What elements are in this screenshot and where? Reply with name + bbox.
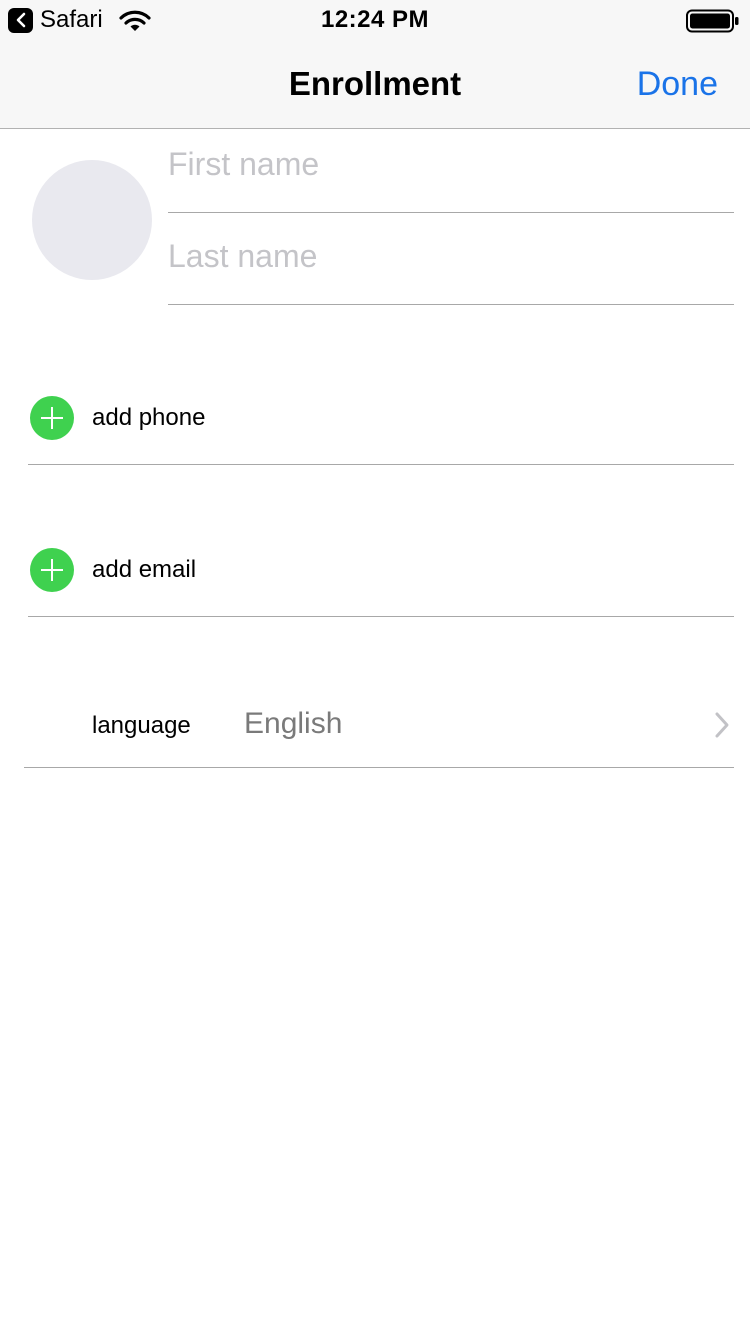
battery-icon — [686, 9, 740, 33]
enrollment-screen: Safari 12:24 PM Enrollment Done First na… — [0, 0, 750, 1334]
add-email-row[interactable]: add email — [28, 532, 734, 617]
language-label: language — [92, 712, 191, 739]
status-time: 12:24 PM — [320, 6, 430, 33]
avatar[interactable] — [32, 160, 152, 280]
first-name-field — [168, 120, 734, 213]
header: Safari 12:24 PM Enrollment Done — [0, 0, 750, 129]
status-bar: Safari 12:24 PM — [0, 0, 750, 40]
done-button[interactable]: Done — [637, 64, 718, 104]
plus-circle-icon[interactable] — [30, 548, 74, 592]
navigation-bar: Enrollment Done — [0, 40, 750, 128]
last-name-field — [168, 212, 734, 305]
add-phone-label: add phone — [92, 404, 206, 431]
add-email-label: add email — [92, 556, 197, 583]
first-name-input[interactable] — [168, 142, 728, 186]
last-name-input[interactable] — [168, 234, 728, 278]
add-phone-row[interactable]: add phone — [28, 380, 734, 465]
language-row[interactable]: language English — [24, 684, 734, 768]
plus-circle-icon[interactable] — [30, 396, 74, 440]
language-value: English — [244, 707, 343, 740]
chevron-right-icon — [712, 710, 732, 740]
